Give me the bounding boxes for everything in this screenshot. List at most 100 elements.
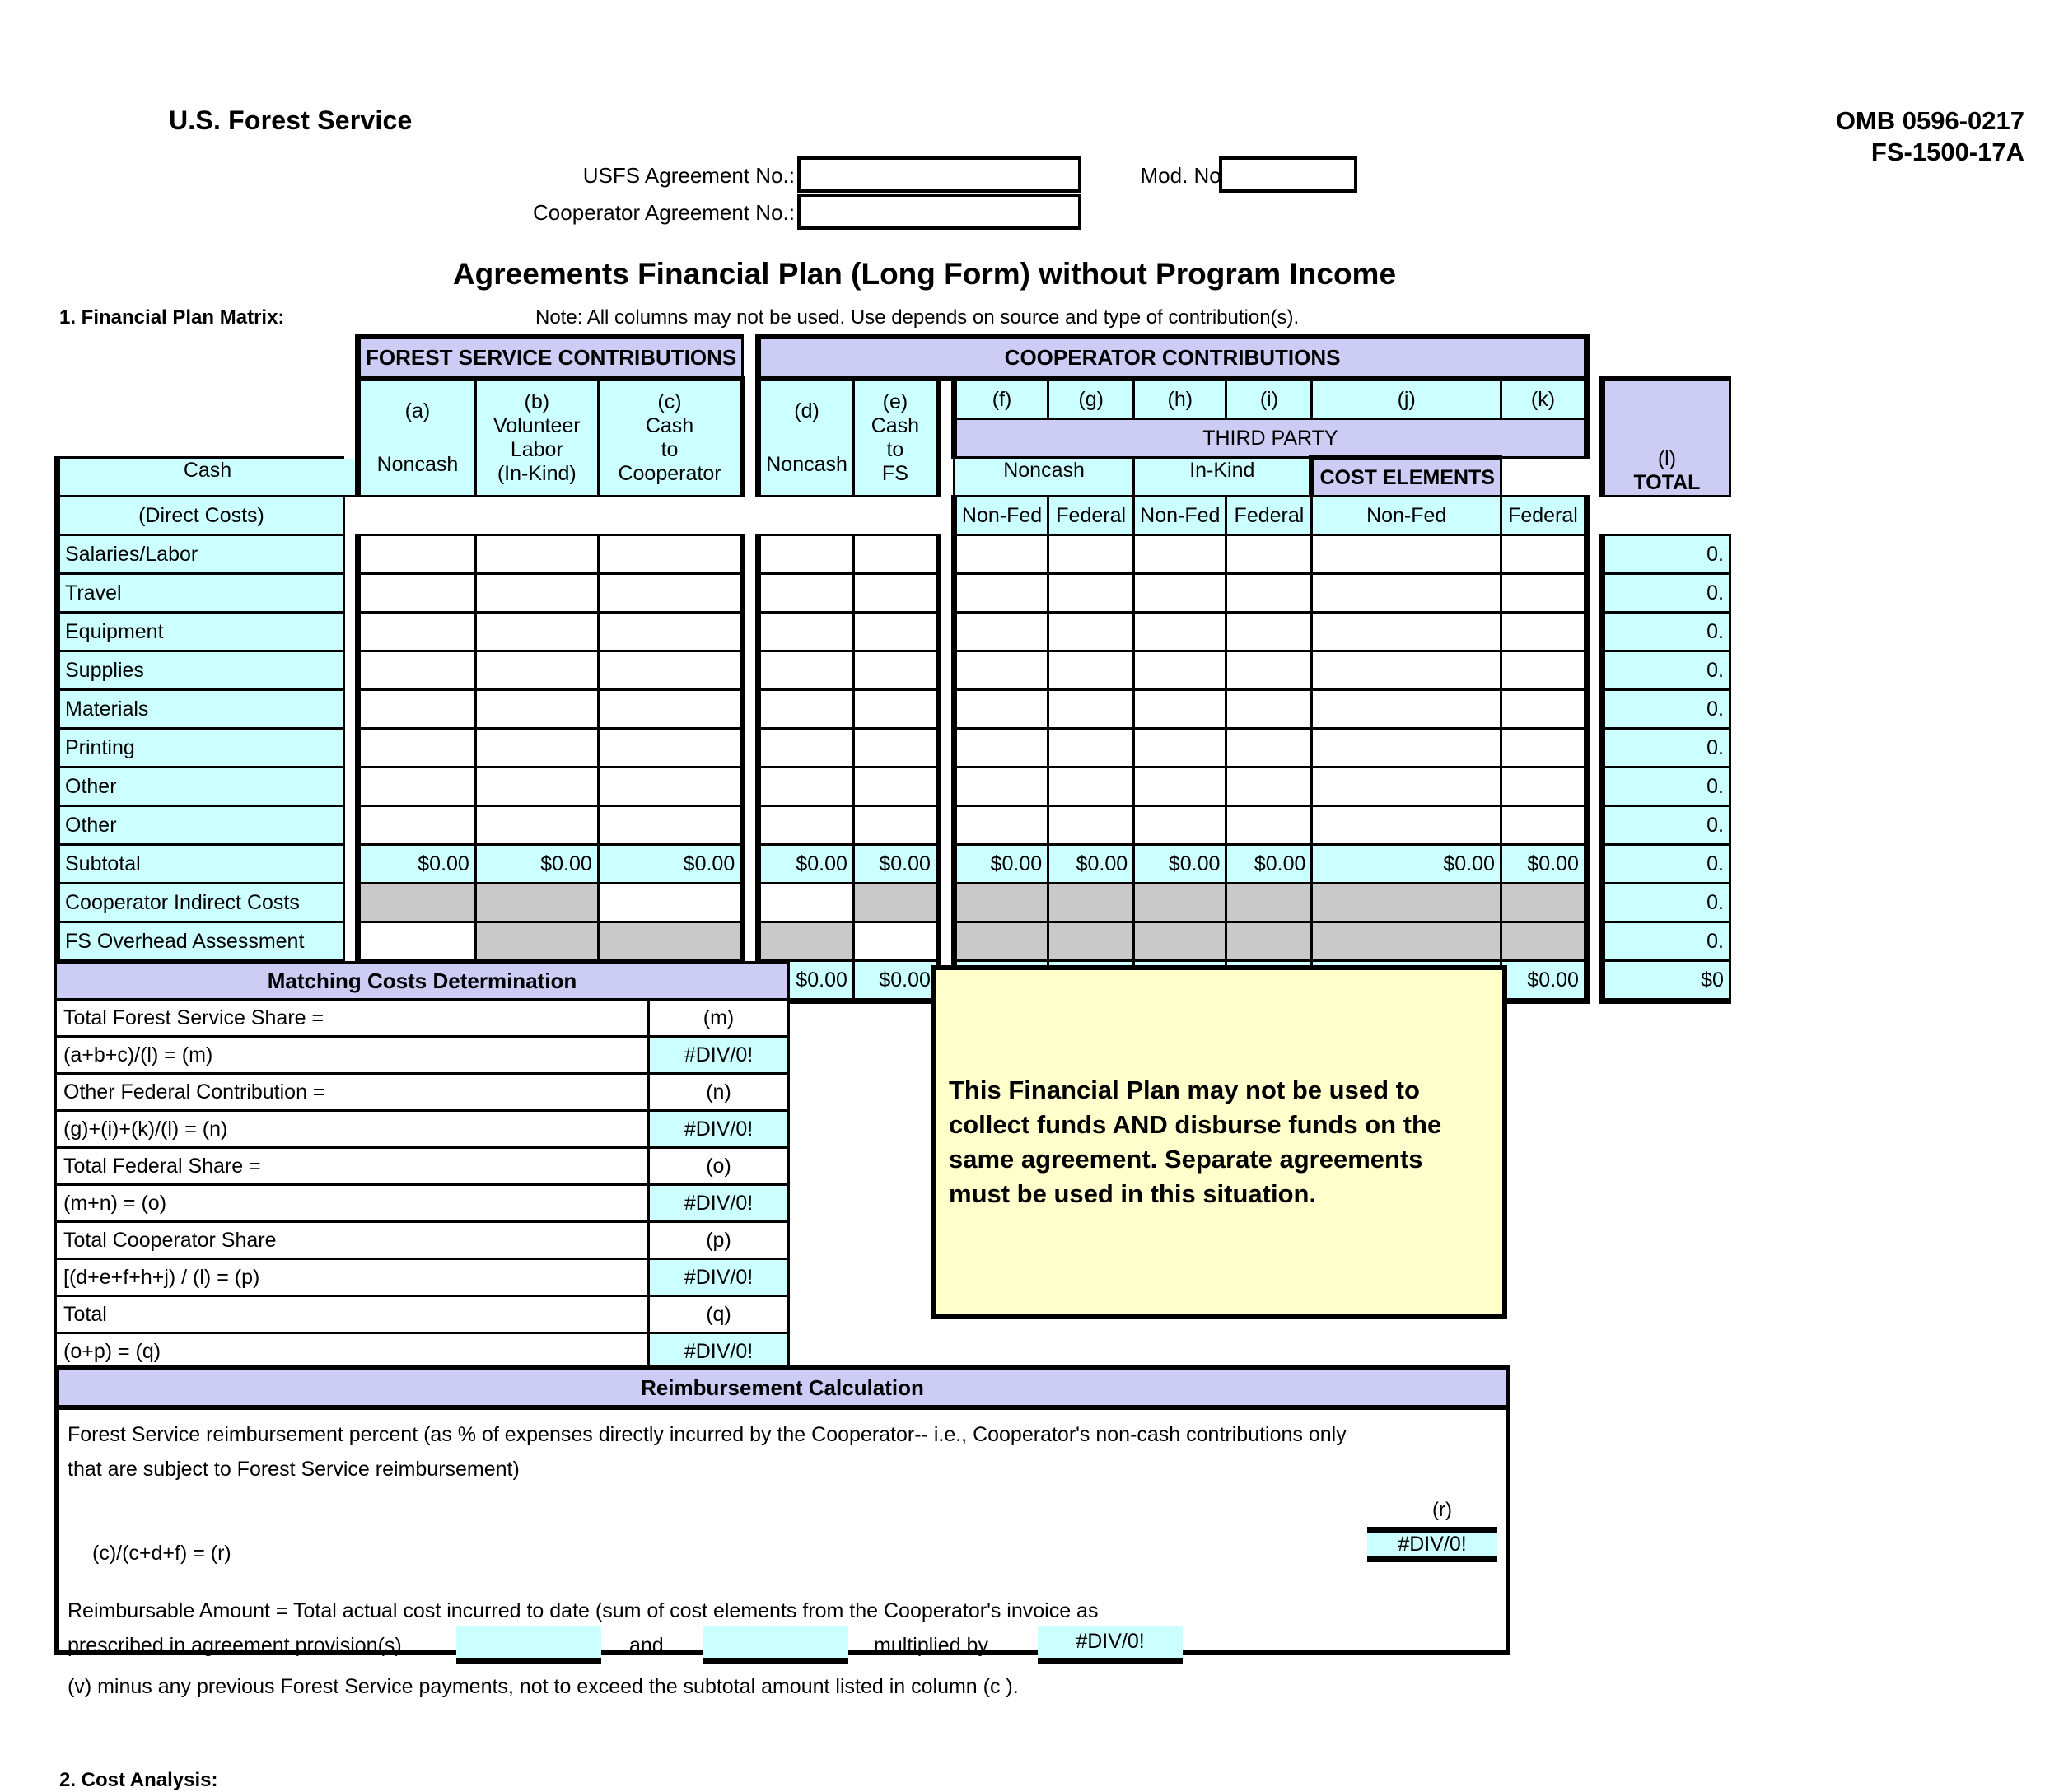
data-input-cell[interactable]	[852, 534, 941, 575]
data-input-cell[interactable]	[596, 650, 746, 691]
data-input-cell[interactable]	[355, 688, 477, 730]
data-input-cell[interactable]	[1225, 611, 1314, 652]
data-input-cell[interactable]	[1225, 766, 1314, 807]
data-input-cell[interactable]	[355, 611, 477, 652]
data-input-cell[interactable]	[852, 727, 941, 768]
data-input-cell[interactable]	[852, 921, 941, 962]
data-input-cell[interactable]	[950, 572, 1050, 614]
data-input-cell[interactable]	[1047, 534, 1136, 575]
data-input-cell[interactable]	[355, 650, 477, 691]
data-input-cell[interactable]	[950, 688, 1050, 730]
data-input-cell[interactable]	[1499, 766, 1590, 807]
data-input-cell[interactable]	[596, 688, 746, 730]
data-input-cell[interactable]	[852, 572, 941, 614]
mod-no-input[interactable]	[1219, 156, 1357, 193]
data-input-cell[interactable]	[1499, 688, 1590, 730]
data-input-cell[interactable]	[474, 572, 600, 614]
data-input-cell[interactable]	[355, 534, 477, 575]
data-input-cell[interactable]	[852, 688, 941, 730]
data-input-cell[interactable]	[1132, 727, 1228, 768]
data-input-cell[interactable]	[755, 882, 855, 923]
data-input-cell[interactable]	[596, 805, 746, 846]
data-input-cell[interactable]	[355, 572, 477, 614]
data-input-cell[interactable]	[950, 805, 1050, 846]
data-input-cell[interactable]	[1132, 534, 1228, 575]
data-input-cell[interactable]	[474, 534, 600, 575]
data-input-cell[interactable]	[1132, 766, 1228, 807]
data-input-cell[interactable]	[1499, 572, 1590, 614]
data-input-cell[interactable]	[755, 727, 855, 768]
data-input-cell[interactable]	[474, 766, 600, 807]
data-input-cell[interactable]	[1132, 650, 1228, 691]
data-input-cell[interactable]	[755, 766, 855, 807]
data-input-cell[interactable]	[1310, 688, 1502, 730]
data-input-cell[interactable]	[950, 534, 1050, 575]
data-input-cell[interactable]	[1225, 650, 1314, 691]
data-input-cell[interactable]	[1225, 572, 1314, 614]
data-input-cell[interactable]	[1310, 766, 1502, 807]
data-input-cell[interactable]	[755, 534, 855, 575]
data-input-cell[interactable]	[474, 611, 600, 652]
data-input-cell[interactable]	[755, 805, 855, 846]
data-input-cell[interactable]	[1047, 727, 1136, 768]
data-input-cell[interactable]	[1310, 805, 1502, 846]
data-input-cell[interactable]	[1047, 688, 1136, 730]
data-input-cell[interactable]	[1047, 805, 1136, 846]
row-label: FS Overhead Assessment	[54, 921, 345, 962]
data-input-cell[interactable]	[1499, 650, 1590, 691]
tp-noncash-label: Noncash	[1003, 459, 1085, 483]
data-input-cell[interactable]	[355, 727, 477, 768]
data-input-cell[interactable]	[1225, 727, 1314, 768]
data-input-cell[interactable]	[1132, 688, 1228, 730]
data-input-cell[interactable]	[1310, 650, 1502, 691]
data-input-cell[interactable]	[950, 766, 1050, 807]
data-input-cell[interactable]	[355, 805, 477, 846]
data-input-cell[interactable]	[1499, 727, 1590, 768]
data-input-cell[interactable]	[950, 611, 1050, 652]
tp-group-cash: Cash	[54, 456, 359, 497]
data-input-cell[interactable]	[1310, 611, 1502, 652]
reimb-field-1[interactable]	[456, 1626, 601, 1664]
data-input-cell[interactable]	[1310, 572, 1502, 614]
data-input-cell[interactable]	[1132, 572, 1228, 614]
data-input-cell[interactable]	[852, 611, 941, 652]
data-input-cell[interactable]	[1132, 611, 1228, 652]
data-input-cell[interactable]	[1047, 650, 1136, 691]
data-input-cell[interactable]	[1499, 611, 1590, 652]
data-input-cell[interactable]	[950, 727, 1050, 768]
data-input-cell[interactable]	[1047, 572, 1136, 614]
data-input-cell[interactable]	[474, 688, 600, 730]
data-input-cell[interactable]	[596, 727, 746, 768]
data-input-cell[interactable]	[755, 650, 855, 691]
data-input-cell[interactable]	[596, 611, 746, 652]
data-input-cell[interactable]	[474, 650, 600, 691]
data-input-cell[interactable]	[755, 572, 855, 614]
data-input-cell[interactable]	[596, 572, 746, 614]
data-input-cell[interactable]	[596, 882, 746, 923]
data-input-cell[interactable]	[355, 766, 477, 807]
data-input-cell[interactable]	[852, 650, 941, 691]
data-input-cell[interactable]	[1225, 688, 1314, 730]
data-input-cell[interactable]	[474, 727, 600, 768]
data-input-cell[interactable]	[950, 650, 1050, 691]
data-input-cell[interactable]	[755, 688, 855, 730]
data-input-cell[interactable]	[474, 805, 600, 846]
usfs-agreement-input[interactable]	[797, 156, 1081, 193]
data-input-cell[interactable]	[355, 921, 477, 962]
data-input-cell[interactable]	[1047, 611, 1136, 652]
data-input-cell[interactable]	[1499, 805, 1590, 846]
data-input-cell[interactable]	[1225, 805, 1314, 846]
reimb-field-2[interactable]	[703, 1626, 848, 1664]
data-input-cell[interactable]	[1225, 534, 1314, 575]
cooperator-agreement-input[interactable]	[797, 194, 1081, 230]
data-input-cell[interactable]	[596, 534, 746, 575]
data-input-cell[interactable]	[755, 611, 855, 652]
data-input-cell[interactable]	[1132, 805, 1228, 846]
data-input-cell[interactable]	[596, 766, 746, 807]
data-input-cell[interactable]	[1310, 727, 1502, 768]
data-input-cell[interactable]	[1499, 534, 1590, 575]
data-input-cell[interactable]	[852, 766, 941, 807]
data-input-cell[interactable]	[1310, 534, 1502, 575]
data-input-cell[interactable]	[852, 805, 941, 846]
data-input-cell[interactable]	[1047, 766, 1136, 807]
